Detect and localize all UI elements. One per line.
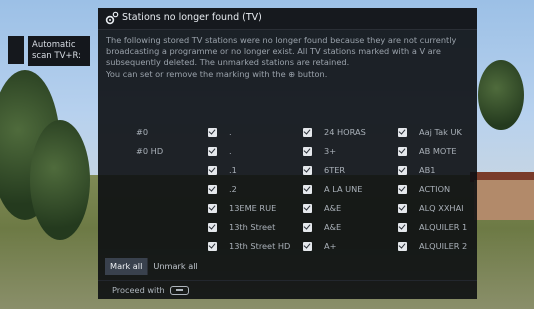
station-name: 13th Street HD bbox=[229, 241, 291, 251]
station-row[interactable]: AB MOTE bbox=[398, 144, 457, 158]
station-row[interactable]: 13th Street HD bbox=[208, 239, 290, 253]
station-name: A&E bbox=[324, 222, 342, 232]
checkbox-checked-icon[interactable] bbox=[398, 241, 407, 251]
checkbox-checked-icon[interactable] bbox=[208, 165, 217, 175]
checkbox-checked-icon[interactable] bbox=[398, 222, 407, 232]
proceed-text: Proceed with bbox=[112, 285, 165, 295]
station-prefix: #0 bbox=[136, 127, 149, 137]
station-row[interactable]: ACTION bbox=[398, 182, 450, 196]
station-name: . bbox=[229, 146, 232, 156]
unmark-all-button[interactable]: Unmark all bbox=[148, 258, 202, 275]
station-row[interactable]: 3+ bbox=[303, 144, 336, 158]
station-row[interactable]: ALQUILER 1 bbox=[398, 220, 467, 234]
house bbox=[474, 180, 534, 220]
station-prefix: #0 HD bbox=[136, 146, 164, 156]
side-panel-label-line1: Automatic bbox=[32, 40, 76, 50]
station-name: ALQUILER 1 bbox=[419, 222, 468, 232]
dialog-titlebar: Stations no longer found (TV) bbox=[98, 8, 477, 30]
footer-divider bbox=[98, 280, 477, 281]
checkbox-checked-icon[interactable] bbox=[208, 203, 217, 213]
station-row[interactable]: A&E bbox=[303, 201, 341, 215]
mark-all-button[interactable]: Mark all bbox=[105, 258, 148, 275]
checkbox-checked-icon[interactable] bbox=[398, 203, 407, 213]
station-name: .1 bbox=[229, 165, 237, 175]
dialog-description: The following stored TV stations were no… bbox=[106, 35, 470, 80]
station-name: 6TER bbox=[324, 165, 346, 175]
checkbox-checked-icon[interactable] bbox=[303, 203, 312, 213]
station-row[interactable]: A+ bbox=[303, 239, 336, 253]
checkbox-checked-icon[interactable] bbox=[208, 146, 217, 156]
tree bbox=[478, 60, 524, 130]
station-row[interactable]: 6TER bbox=[303, 163, 345, 177]
side-tab[interactable] bbox=[8, 36, 24, 64]
checkbox-checked-icon[interactable] bbox=[208, 222, 217, 232]
station-row[interactable]: Aaj Tak UK bbox=[398, 125, 462, 139]
stations-dialog: Stations no longer found (TV) The follow… bbox=[98, 8, 477, 299]
dialog-footer: Proceed with bbox=[112, 285, 189, 295]
station-row[interactable]: 13th Street bbox=[208, 220, 275, 234]
side-panel-label-line2: scan TV+R: bbox=[32, 51, 82, 61]
description-line: broadcasting a programme or no longer ex… bbox=[106, 46, 441, 57]
station-row[interactable]: .2 bbox=[208, 182, 237, 196]
checkbox-checked-icon[interactable] bbox=[398, 146, 407, 156]
mark-buttons: Mark all Unmark all bbox=[105, 258, 203, 275]
station-name: ACTION bbox=[419, 184, 451, 194]
station-name: .2 bbox=[229, 184, 237, 194]
station-row[interactable]: . bbox=[208, 144, 232, 158]
tree bbox=[30, 120, 90, 240]
station-name: A LA UNE bbox=[324, 184, 363, 194]
station-row[interactable]: A LA UNE bbox=[303, 182, 362, 196]
station-name: ALQ XXHAI bbox=[419, 203, 464, 213]
station-row[interactable]: ALQUILER 2 bbox=[398, 239, 467, 253]
station-name: 13th Street bbox=[229, 222, 276, 232]
station-name: 3+ bbox=[324, 146, 337, 156]
checkbox-checked-icon[interactable] bbox=[303, 222, 312, 232]
station-name: Aaj Tak UK bbox=[419, 127, 462, 137]
checkbox-checked-icon[interactable] bbox=[208, 184, 217, 194]
description-line: subsequently deleted. The unmarked stati… bbox=[106, 57, 350, 68]
station-row[interactable]: 13EME RUE bbox=[208, 201, 276, 215]
station-row[interactable]: A&E bbox=[303, 220, 341, 234]
station-name: AB1 bbox=[419, 165, 436, 175]
ok-button-icon bbox=[169, 285, 189, 295]
station-row[interactable]: ALQ XXHAI bbox=[398, 201, 464, 215]
checkbox-checked-icon[interactable] bbox=[208, 127, 217, 137]
checkbox-checked-icon[interactable] bbox=[398, 127, 407, 137]
station-row[interactable]: .1 bbox=[208, 163, 237, 177]
station-name: ALQUILER 2 bbox=[419, 241, 468, 251]
checkbox-checked-icon[interactable] bbox=[398, 165, 407, 175]
checkbox-checked-icon[interactable] bbox=[303, 127, 312, 137]
station-name: AB MOTE bbox=[419, 146, 457, 156]
station-name: 24 HORAS bbox=[324, 127, 366, 137]
station-name: 13EME RUE bbox=[229, 203, 277, 213]
station-row[interactable]: . bbox=[208, 125, 232, 139]
station-name: . bbox=[229, 127, 232, 137]
checkbox-checked-icon[interactable] bbox=[303, 241, 312, 251]
description-line: You can set or remove the marking with t… bbox=[106, 68, 328, 79]
checkbox-checked-icon[interactable] bbox=[303, 146, 312, 156]
station-name: A+ bbox=[324, 241, 337, 251]
station-row[interactable]: 24 HORAS bbox=[303, 125, 366, 139]
checkbox-checked-icon[interactable] bbox=[398, 184, 407, 194]
dialog-title: Stations no longer found (TV) bbox=[122, 12, 262, 23]
checkbox-checked-icon[interactable] bbox=[303, 165, 312, 175]
side-panel-automatic-scan[interactable]: Automatic scan TV+R: bbox=[28, 36, 90, 66]
gear-icon bbox=[105, 11, 119, 25]
description-line: The following stored TV stations were no… bbox=[106, 35, 457, 45]
checkbox-checked-icon[interactable] bbox=[303, 184, 312, 194]
station-name: A&E bbox=[324, 203, 342, 213]
station-row[interactable]: AB1 bbox=[398, 163, 435, 177]
checkbox-checked-icon[interactable] bbox=[208, 241, 217, 251]
